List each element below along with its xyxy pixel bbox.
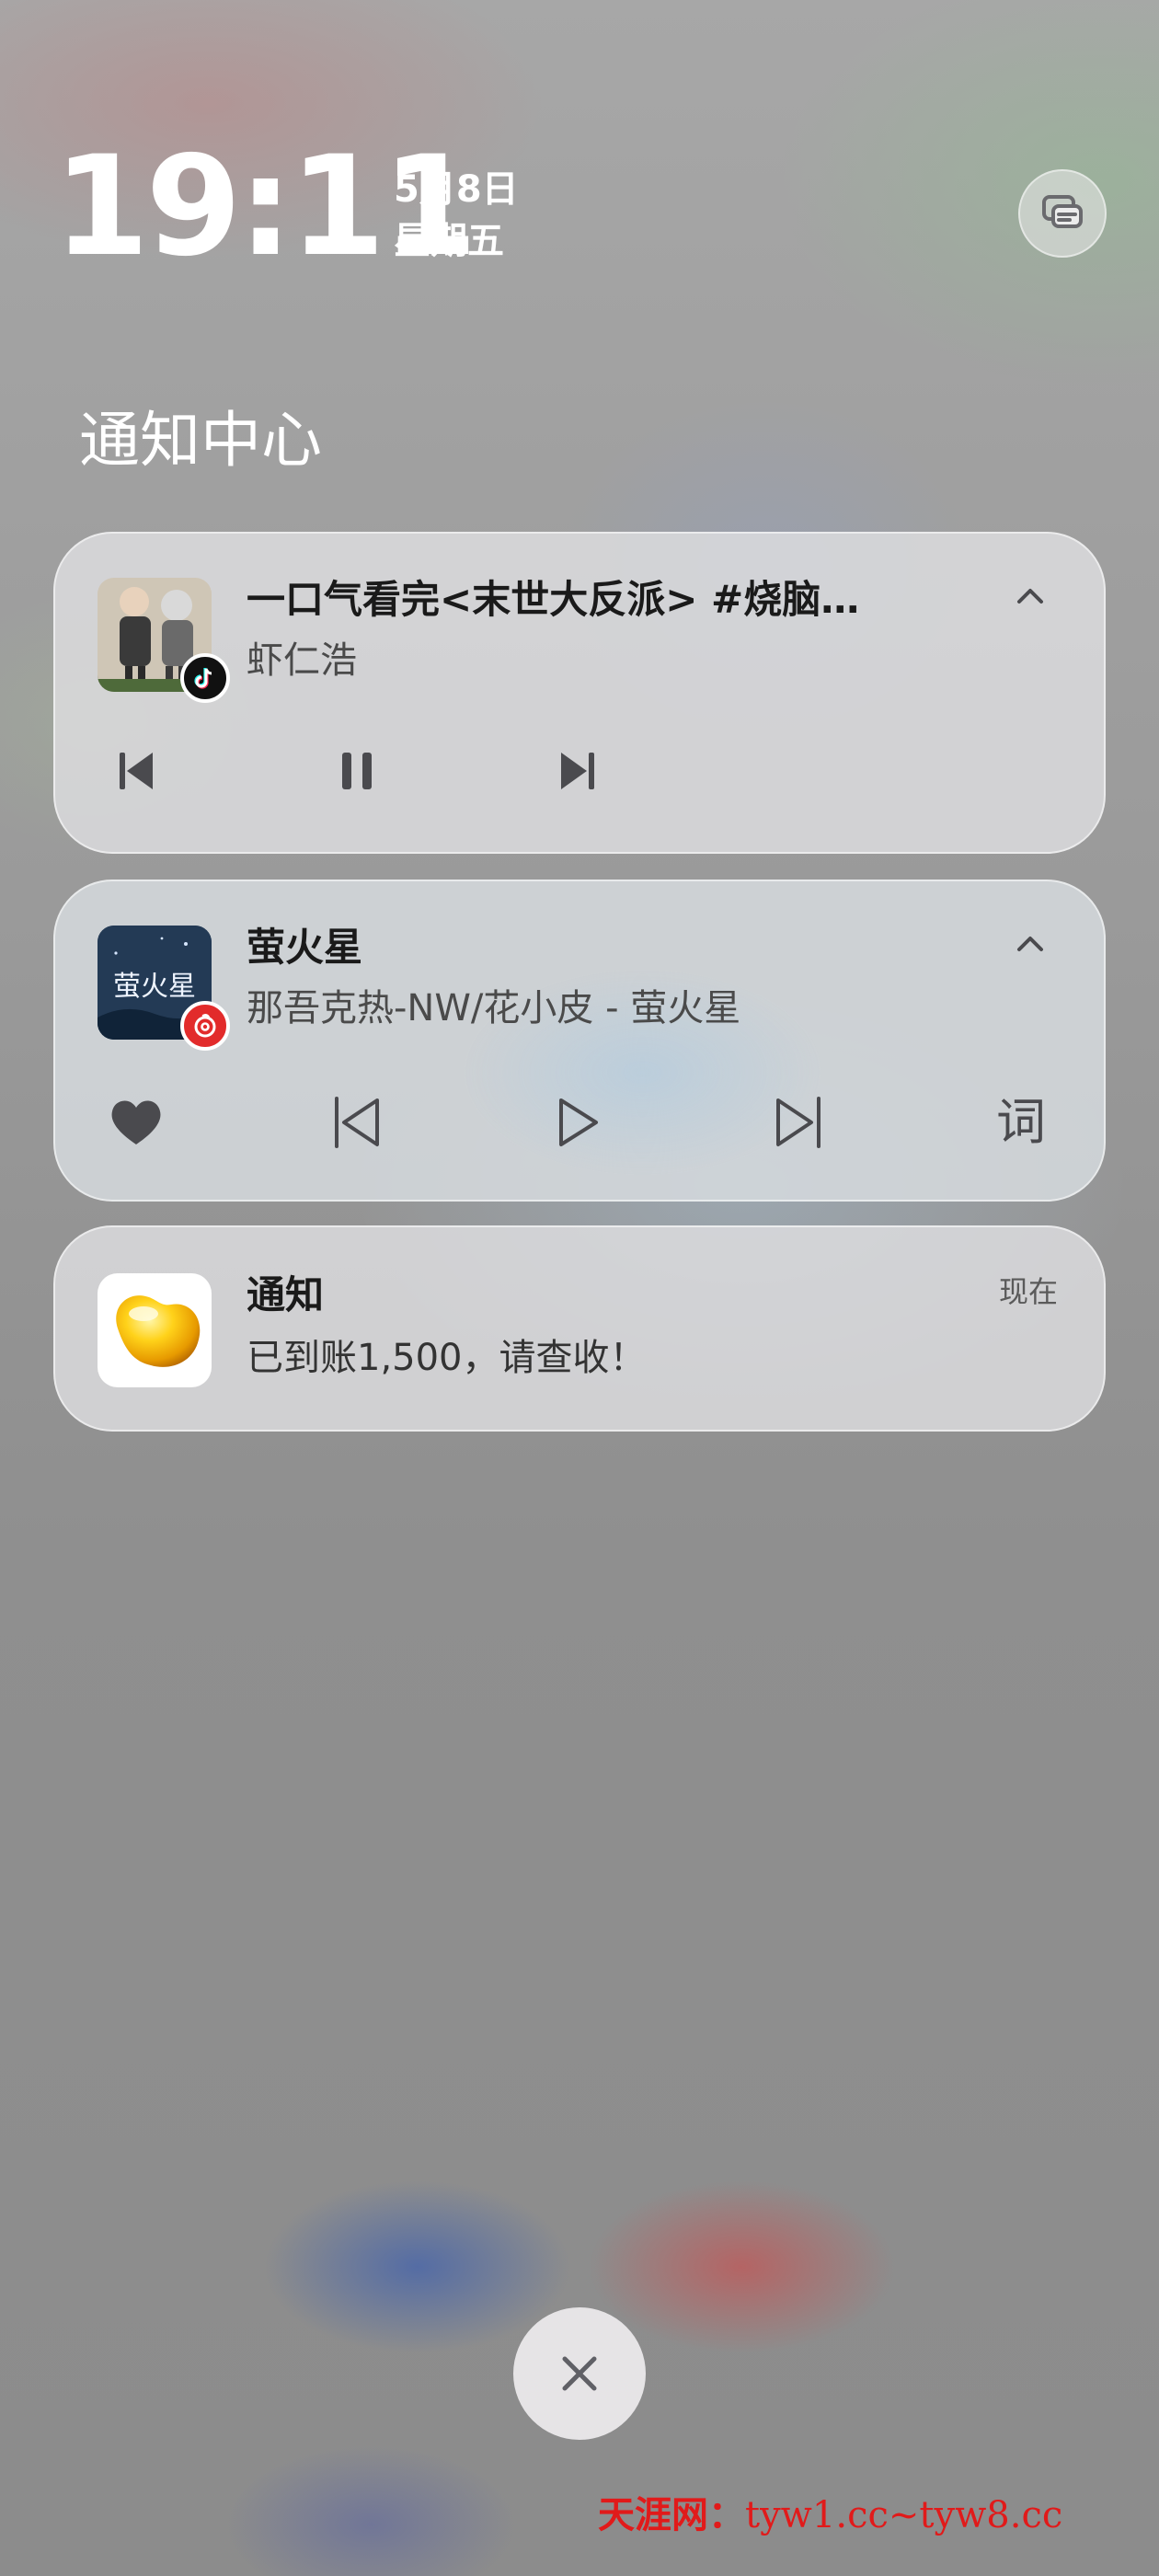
- notification-time: 现在: [999, 1274, 1059, 1309]
- watermark-brand: 天涯网：: [598, 2493, 745, 2536]
- play-button[interactable]: [541, 1086, 614, 1159]
- netease-music-icon: [180, 1001, 230, 1051]
- skip-previous-icon: [335, 1097, 379, 1148]
- lyrics-button[interactable]: 词: [984, 1086, 1058, 1159]
- media-card-music[interactable]: 萤火星 萤火星 那吾克热-NW/花小皮 - 萤火星 词: [53, 880, 1106, 1202]
- clear-all-button[interactable]: [513, 2307, 646, 2440]
- weekday-label: 星期五: [394, 220, 504, 262]
- pause-icon: [342, 753, 372, 789]
- skip-next-icon: [561, 753, 594, 789]
- close-icon: [562, 2356, 597, 2391]
- chevron-up-icon: [1017, 937, 1043, 951]
- collapse-button[interactable]: [1008, 922, 1052, 966]
- messages-button[interactable]: [1018, 169, 1107, 258]
- collapse-button[interactable]: [1008, 574, 1052, 618]
- previous-button[interactable]: [320, 1086, 394, 1159]
- chat-bubbles-icon: [1042, 195, 1083, 228]
- like-button[interactable]: [99, 1086, 173, 1159]
- media-title: 萤火星: [247, 925, 363, 970]
- heart-icon: [111, 1100, 161, 1144]
- next-button[interactable]: [541, 734, 614, 808]
- media-card-douyin[interactable]: 一口气看完<末世大反派> #烧脑… 虾仁浩: [53, 532, 1106, 854]
- watermark: 天涯网：tyw1.cc~tyw8.cc: [598, 2490, 1062, 2541]
- play-icon: [559, 1098, 598, 1146]
- date-block: 5月8日 星期五: [394, 164, 519, 267]
- media-subtitle: 虾仁浩: [247, 639, 357, 682]
- date-label: 5月8日: [394, 168, 519, 211]
- notification-body: 已到账1,500，请查收！: [247, 1337, 647, 1379]
- previous-button[interactable]: [99, 734, 173, 808]
- skip-previous-icon: [120, 753, 153, 789]
- golden-bean-icon: [98, 1273, 212, 1387]
- skip-next-icon: [776, 1097, 820, 1148]
- notification-title: 通知: [247, 1272, 325, 1317]
- notification-card[interactable]: 通知 已到账1,500，请查收！ 现在: [53, 1225, 1106, 1432]
- media-title: 一口气看完<末世大反派> #烧脑…: [247, 577, 860, 622]
- media-subtitle: 那吾克热-NW/花小皮 - 萤火星: [247, 987, 741, 1029]
- watermark-urls: tyw1.cc~tyw8.cc: [745, 2494, 1063, 2536]
- tiktok-icon: [180, 653, 230, 703]
- chevron-up-icon: [1017, 589, 1043, 604]
- album-art-text: 萤火星: [113, 971, 196, 1003]
- page-title: 通知中心: [79, 405, 322, 476]
- next-button[interactable]: [762, 1086, 835, 1159]
- pause-button[interactable]: [320, 734, 394, 808]
